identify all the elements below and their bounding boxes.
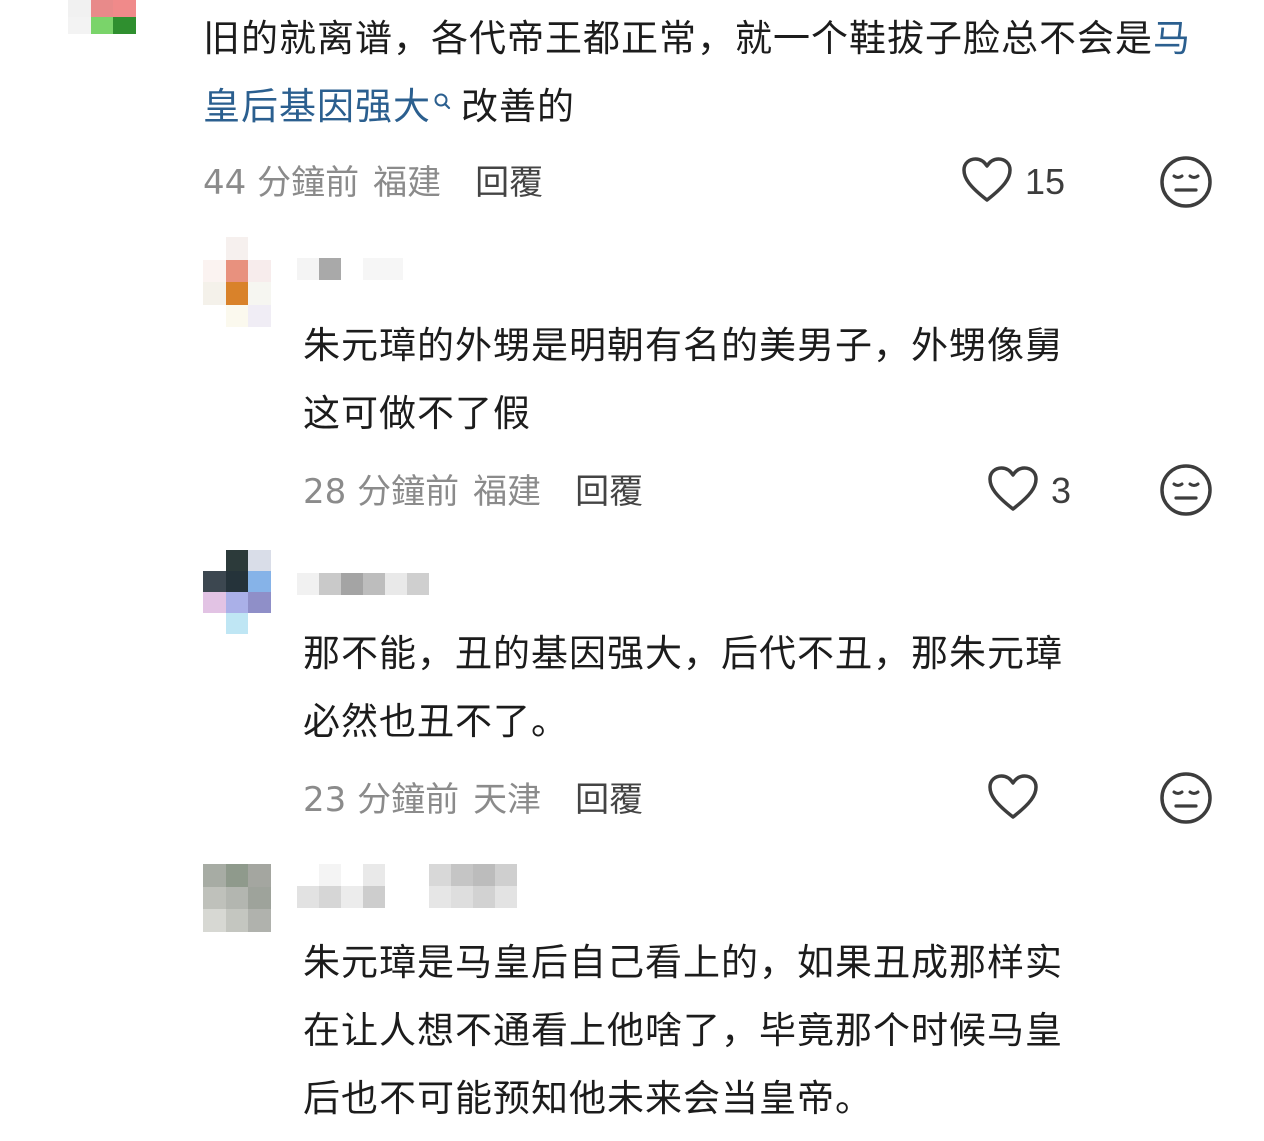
comment-meta: 23 分鐘前 天津 回覆 xyxy=(303,772,643,821)
comment-line: 在让人想不通看上他啥了，毕竟那个时候马皇 xyxy=(303,1009,1063,1052)
comment-line: 那不能，丑的基因强大，后代不丑，那朱元璋 xyxy=(303,632,1063,675)
like-button[interactable]: 15 xyxy=(961,157,1065,207)
comment-line: 这可做不了假 xyxy=(303,392,531,435)
like-button[interactable] xyxy=(987,774,1039,824)
comment-text-before: 旧的就离谱，各代帝王都正常，就一个鞋拔子脸总不会是 xyxy=(203,17,1153,60)
comment-text: 旧的就离谱，各代帝王都正常，就一个鞋拔子脸总不会是马皇后基因强大 改善的 xyxy=(203,5,1213,141)
username-masked[interactable] xyxy=(297,573,429,595)
comment-list: 旧的就离谱，各代帝王都正常，就一个鞋拔子脸总不会是马皇后基因强大 改善的 44 分… xyxy=(0,0,1264,1141)
comment-meta: 28 分鐘前 福建 回覆 xyxy=(303,464,643,513)
heart-outline-icon xyxy=(987,465,1039,517)
comment-location: 福建 xyxy=(373,162,442,203)
reply-button[interactable]: 回覆 xyxy=(575,464,643,513)
comment-meta: 44 分鐘前 福建 回覆 xyxy=(203,155,543,204)
comment-text-after: 改善的 xyxy=(461,85,575,128)
comment-time: 28 分鐘前 xyxy=(303,471,460,512)
comment-text: 朱元璋的外甥是明朝有名的美男子，外甥像舅 这可做不了假 xyxy=(303,312,1203,448)
avatar[interactable] xyxy=(203,864,271,932)
reply-button[interactable]: 回覆 xyxy=(575,772,643,821)
comment-line: 朱元璋是马皇后自己看上的，如果丑成那样实 xyxy=(303,941,1063,984)
comment-time: 23 分鐘前 xyxy=(303,779,460,820)
comment-line: 必然也丑不了。 xyxy=(303,700,569,743)
like-button[interactable]: 3 xyxy=(987,466,1071,516)
comment-location: 天津 xyxy=(473,779,542,820)
like-count: 15 xyxy=(1025,161,1066,202)
avatar[interactable] xyxy=(203,550,271,634)
dislike-button[interactable] xyxy=(1159,771,1213,829)
username-masked[interactable] xyxy=(297,258,403,280)
meh-face-icon xyxy=(1159,772,1213,829)
comment-time: 44 分鐘前 xyxy=(203,162,360,203)
heart-outline-icon xyxy=(987,773,1039,825)
meh-face-icon xyxy=(1159,464,1213,521)
heart-outline-icon xyxy=(961,156,1013,208)
comment-line: 朱元璋的外甥是明朝有名的美男子，外甥像舅 xyxy=(303,324,1063,367)
avatar[interactable] xyxy=(68,0,136,34)
avatar[interactable] xyxy=(203,237,271,327)
meh-face-icon xyxy=(1159,156,1213,213)
like-count: 3 xyxy=(1051,470,1072,511)
reply-button[interactable]: 回覆 xyxy=(475,155,543,204)
comment-location: 福建 xyxy=(473,471,542,512)
comment-text: 那不能，丑的基因强大，后代不丑，那朱元璋 必然也丑不了。 xyxy=(303,620,1203,756)
dislike-button[interactable] xyxy=(1159,155,1213,213)
comment-text: 朱元璋是马皇后自己看上的，如果丑成那样实 在让人想不通看上他啥了，毕竟那个时候马… xyxy=(303,929,1203,1133)
search-icon xyxy=(433,73,451,110)
dislike-button[interactable] xyxy=(1159,463,1213,521)
comment-line: 后也不可能预知他未来会当皇帝。 xyxy=(303,1077,873,1120)
username-masked[interactable] xyxy=(297,864,517,908)
